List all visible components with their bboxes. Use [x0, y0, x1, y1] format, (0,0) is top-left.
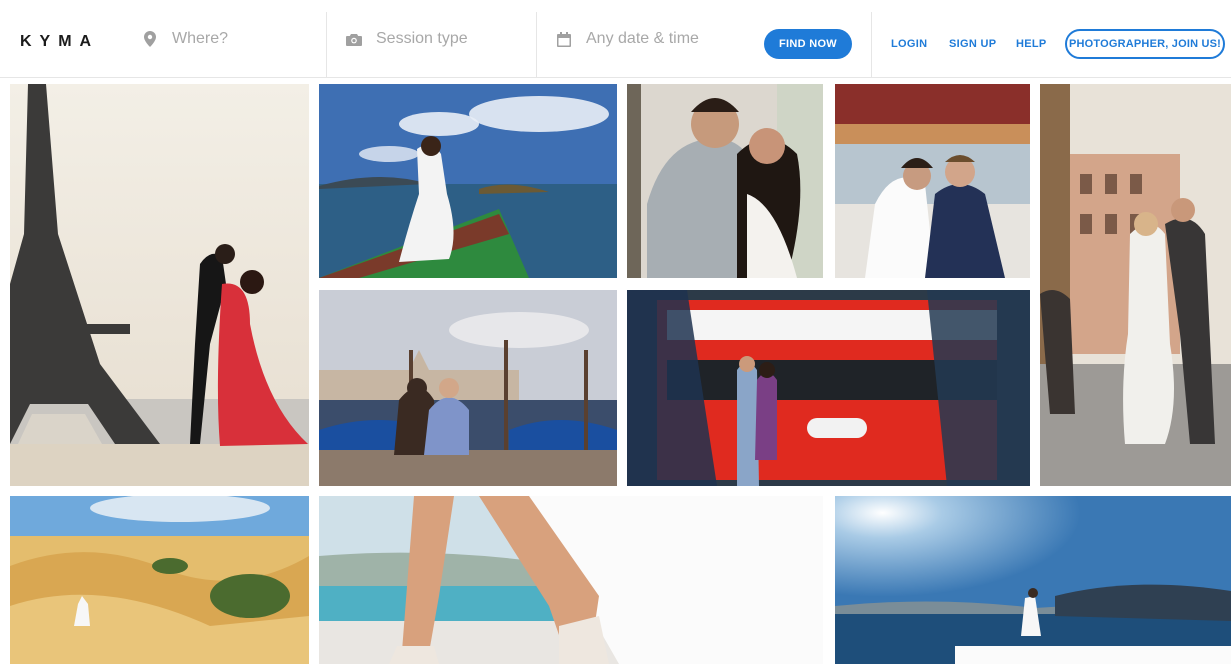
top-navbar: KYMA Where? Session type Any date & time…	[0, 0, 1231, 78]
divider	[326, 12, 327, 78]
photo-couple-in-carriage[interactable]	[835, 84, 1030, 278]
photo-couple-embrace[interactable]	[627, 84, 823, 278]
photo-london-red-bus-couple[interactable]	[627, 290, 1030, 486]
camera-icon	[346, 31, 362, 47]
photo-rome-street-couple[interactable]	[1040, 84, 1231, 486]
help-link[interactable]: HELP	[1016, 38, 1047, 50]
photo-bride-on-boat[interactable]	[319, 84, 617, 278]
calendar-icon	[556, 31, 572, 47]
photo-venice-gondolas-couple[interactable]	[319, 290, 617, 486]
date-time-field[interactable]: Any date & time	[556, 0, 746, 78]
photo-desert-dunes-couple[interactable]	[10, 496, 309, 664]
where-placeholder: Where?	[172, 30, 229, 47]
where-search-field[interactable]: Where?	[142, 0, 312, 78]
find-now-button[interactable]: FIND NOW	[764, 29, 852, 59]
map-pin-icon	[142, 31, 158, 47]
photo-santorini-couple[interactable]	[835, 496, 1231, 664]
divider	[536, 12, 537, 78]
login-link[interactable]: LOGIN	[891, 38, 927, 50]
kyma-logo[interactable]: KYMA	[20, 33, 99, 51]
signup-link[interactable]: SIGN UP	[949, 38, 996, 50]
photographer-join-button[interactable]: PHOTOGRAPHER, JOIN US!	[1065, 29, 1225, 59]
date-placeholder: Any date & time	[586, 30, 699, 47]
photo-bride-heels-walking[interactable]	[319, 496, 823, 664]
photo-eiffel-tower-couple[interactable]	[10, 84, 309, 486]
divider	[871, 12, 872, 78]
session-type-field[interactable]: Session type	[346, 0, 516, 78]
session-placeholder: Session type	[376, 30, 468, 47]
